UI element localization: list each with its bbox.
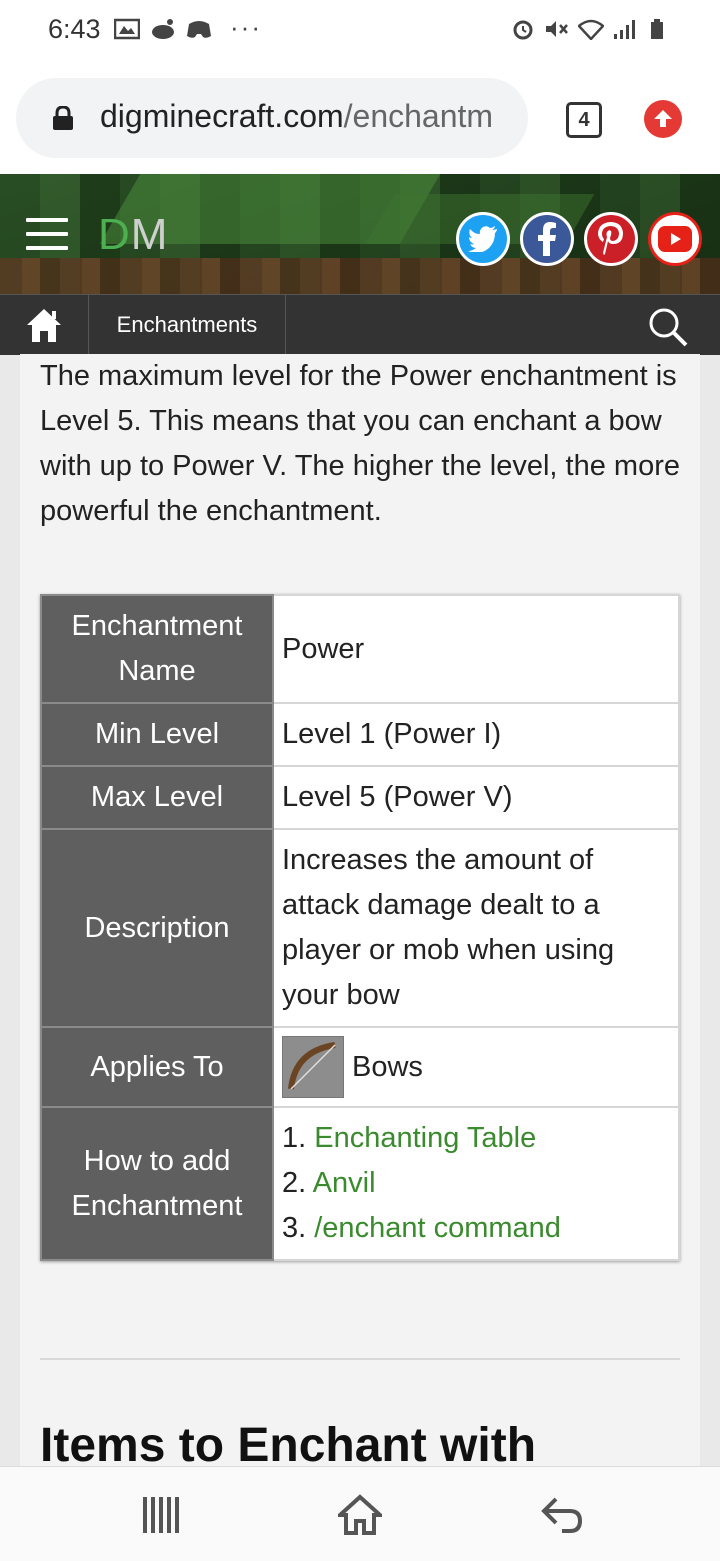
site-nav-bar: Enchantments bbox=[0, 294, 720, 355]
enchantment-info-table: Enchantment Name Power Min Level Level 1… bbox=[40, 594, 680, 1261]
alarm-icon bbox=[513, 20, 533, 40]
link-enchanting-table[interactable]: Enchanting Table bbox=[314, 1122, 536, 1154]
tab-switcher-button[interactable]: 4 bbox=[566, 102, 602, 138]
row-label-max: Max Level bbox=[40, 765, 274, 830]
row-value-description: Increases the amount of attack damage de… bbox=[272, 828, 680, 1028]
breadcrumb-enchantments[interactable]: Enchantments bbox=[89, 295, 286, 355]
home-icon bbox=[27, 309, 61, 342]
facebook-icon[interactable] bbox=[520, 212, 574, 266]
arrow-up-icon bbox=[654, 110, 672, 127]
row-label-how: How to add Enchantment bbox=[40, 1106, 274, 1261]
url-path: /enchantm bbox=[343, 98, 494, 134]
row-label-min: Min Level bbox=[40, 702, 274, 767]
row-label-name: Enchantment Name bbox=[40, 594, 274, 704]
logo-letter-m: M bbox=[130, 210, 169, 259]
row-label-description: Description bbox=[40, 828, 274, 1028]
url-bar[interactable]: digminecraft.com/enchantm bbox=[16, 78, 528, 158]
article-content: The maximum level for the Power enchantm… bbox=[20, 354, 700, 1466]
table-row: How to add Enchantment 1. Enchanting Tab… bbox=[40, 1106, 680, 1261]
back-icon[interactable] bbox=[540, 1493, 584, 1537]
lock-icon bbox=[53, 106, 73, 130]
table-row: Min Level Level 1 (Power I) bbox=[40, 702, 680, 767]
row-value-min: Level 1 (Power I) bbox=[272, 702, 680, 767]
how-to-list: 1. Enchanting Table 2. Anvil 3. /enchant… bbox=[282, 1116, 670, 1251]
site-logo[interactable]: DM bbox=[98, 210, 168, 260]
table-row: Enchantment Name Power bbox=[40, 594, 680, 704]
applies-to-bows-label: Bows bbox=[352, 1050, 423, 1083]
update-chrome-button[interactable] bbox=[644, 100, 682, 138]
intro-paragraph: The maximum level for the Power enchantm… bbox=[40, 360, 680, 527]
wifi-icon bbox=[578, 19, 604, 40]
list-number: 2. bbox=[282, 1167, 307, 1199]
pinterest-icon[interactable] bbox=[584, 212, 638, 266]
list-number: 1. bbox=[282, 1122, 307, 1154]
list-item: 2. Anvil bbox=[282, 1161, 670, 1206]
system-nav-bar bbox=[0, 1466, 720, 1561]
browser-toolbar: digminecraft.com/enchantm 4 bbox=[0, 64, 720, 174]
site-header: DM bbox=[0, 174, 720, 294]
bow-icon[interactable] bbox=[282, 1036, 344, 1098]
row-value-how: 1. Enchanting Table 2. Anvil 3. /enchant… bbox=[272, 1106, 680, 1261]
list-number: 3. bbox=[282, 1212, 307, 1244]
menu-icon[interactable] bbox=[26, 218, 68, 252]
home-icon[interactable] bbox=[338, 1493, 382, 1537]
signal-icon bbox=[614, 20, 635, 39]
recents-icon[interactable] bbox=[140, 1493, 184, 1537]
link-anvil[interactable]: Anvil bbox=[313, 1167, 376, 1199]
section-heading: Items to Enchant with bbox=[40, 1419, 537, 1466]
list-item: 1. Enchanting Table bbox=[282, 1116, 670, 1161]
logo-letter-d: D bbox=[98, 210, 131, 259]
discord-notification-icon bbox=[187, 21, 211, 38]
row-label-applies: Applies To bbox=[40, 1026, 274, 1108]
link-enchant-command[interactable]: /enchant command bbox=[314, 1212, 561, 1244]
url-host: digminecraft.com bbox=[100, 98, 344, 134]
url-text: digminecraft.com/enchantm bbox=[100, 98, 520, 135]
twitter-icon[interactable] bbox=[456, 212, 510, 266]
table-row: Applies To Bows bbox=[40, 1026, 680, 1108]
table-row: Max Level Level 5 (Power V) bbox=[40, 765, 680, 830]
reddit-notification-icon bbox=[152, 19, 174, 39]
search-icon[interactable] bbox=[648, 307, 688, 347]
home-nav-button[interactable] bbox=[0, 295, 89, 355]
status-time: 6:43 bbox=[48, 14, 101, 44]
row-value-name: Power bbox=[272, 594, 680, 704]
gallery-notification-icon bbox=[114, 18, 140, 40]
row-value-applies: Bows bbox=[272, 1026, 680, 1108]
more-notifications-icon: ··· bbox=[230, 12, 262, 42]
battery-icon bbox=[651, 19, 663, 39]
mute-icon bbox=[546, 21, 568, 37]
row-value-max: Level 5 (Power V) bbox=[272, 765, 680, 830]
youtube-icon[interactable] bbox=[648, 212, 702, 266]
list-item: 3. /enchant command bbox=[282, 1206, 670, 1251]
table-row: Description Increases the amount of atta… bbox=[40, 828, 680, 1028]
section-divider bbox=[40, 1358, 680, 1360]
status-bar: 6:43 ··· bbox=[0, 0, 720, 64]
